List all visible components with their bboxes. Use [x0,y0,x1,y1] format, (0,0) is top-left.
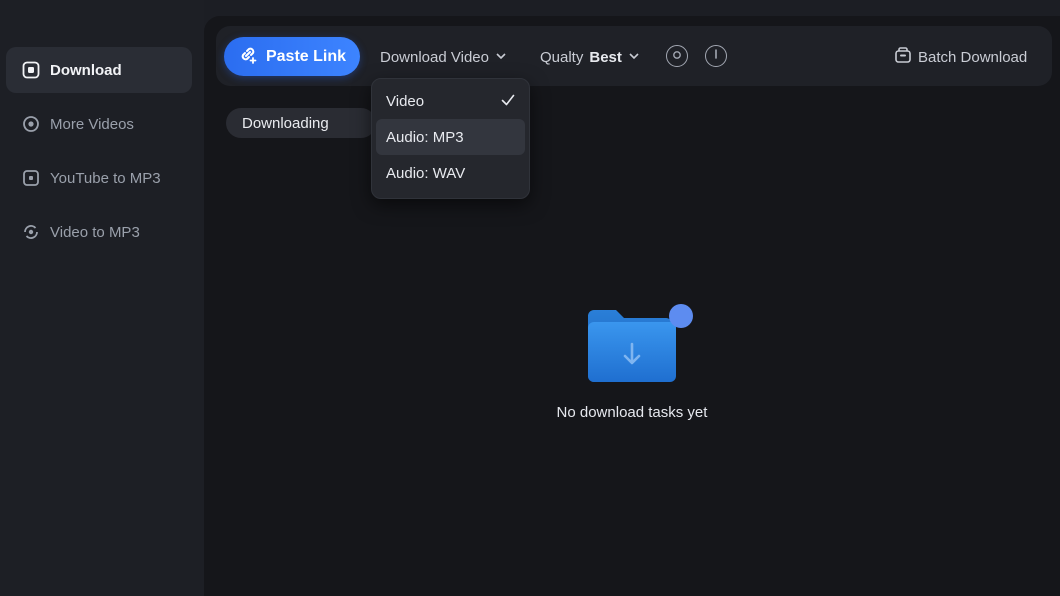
sidebar-item-youtube-to-mp3[interactable]: YouTube to MP3 [6,155,192,201]
checkmark-icon [501,93,515,110]
batch-download-label: Batch Download [918,48,1028,66]
menu-item-label: Audio: WAV [386,164,466,182]
settings-button[interactable] [666,45,688,67]
sidebar-item-label: Download [50,61,122,79]
chevron-down-icon [495,49,507,66]
empty-folder-icon [586,302,696,392]
menu-item-audio-mp3[interactable]: Audio: MP3 [376,119,525,155]
convert-icon [22,223,40,241]
download-type-dropdown[interactable]: Download Video [380,45,507,69]
chevron-down-icon [628,49,640,66]
toolbar: Paste Link Download Video Qualty Best Ba… [216,26,1052,86]
batch-box-icon [894,46,912,68]
sidebar: Download More Videos YouTube to MP3 Vide… [0,0,204,596]
info-button[interactable] [705,45,727,67]
download-type-label: Download Video [380,48,489,66]
download-type-menu: Video Audio: MP3 Audio: WAV [371,78,530,199]
quality-prefix: Qualty [540,48,584,66]
paste-link-button[interactable]: Paste Link [224,37,360,76]
tab-downloading[interactable]: Downloading [226,108,376,138]
target-icon [672,47,682,65]
link-add-icon [238,44,258,69]
quality-dropdown[interactable]: Qualty Best [540,45,640,69]
sidebar-item-download[interactable]: Download [6,47,192,93]
empty-state-message: No download tasks yet [556,404,708,421]
quality-value: Best [589,48,622,66]
circle-icon [22,115,40,133]
square-music-icon [22,169,40,187]
tab-downloading-label: Downloading [242,114,329,132]
info-icon [711,47,721,65]
sidebar-item-label: YouTube to MP3 [50,169,161,187]
menu-item-label: Video [386,92,425,110]
sidebar-item-label: More Videos [50,115,134,133]
menu-item-video[interactable]: Video [376,83,525,119]
menu-item-label: Audio: MP3 [386,128,464,146]
sidebar-item-video-to-mp3[interactable]: Video to MP3 [6,209,192,255]
menu-item-audio-wav[interactable]: Audio: WAV [376,155,525,191]
batch-download-button[interactable]: Batch Download [894,45,1027,69]
download-box-icon [22,61,40,79]
sidebar-item-label: Video to MP3 [50,223,140,241]
app-window: Download More Videos YouTube to MP3 Vide… [0,0,1060,596]
paste-link-label: Paste Link [265,47,347,65]
sidebar-item-more-videos[interactable]: More Videos [6,101,192,147]
